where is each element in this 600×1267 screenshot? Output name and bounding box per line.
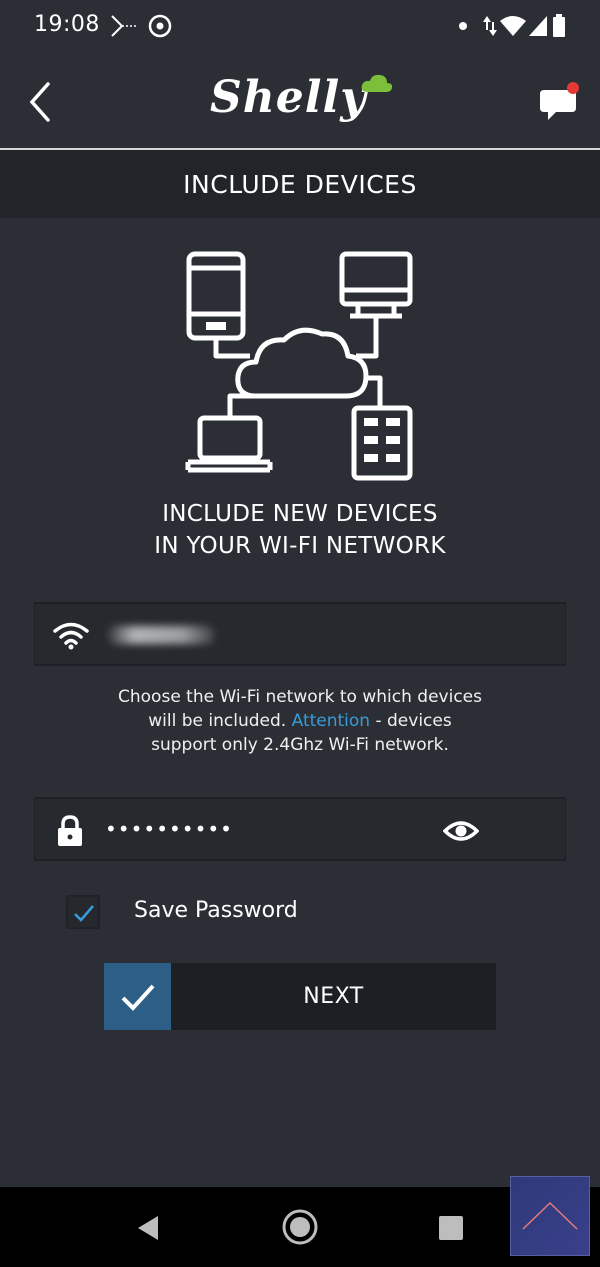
hint-line-1: Choose the Wi-Fi network to which device… bbox=[118, 687, 482, 707]
app-header: Shelly bbox=[0, 54, 600, 150]
wifi-signal-icon bbox=[500, 16, 526, 36]
shelly-logo: Shelly bbox=[200, 72, 400, 136]
logo-cloud-icon bbox=[361, 74, 393, 92]
save-password-label[interactable]: Save Password bbox=[134, 898, 298, 923]
sync-icon bbox=[148, 14, 172, 38]
headline-line-1: INCLUDE NEW DEVICES bbox=[162, 501, 438, 527]
floating-scroll-widget[interactable] bbox=[510, 1176, 590, 1256]
wifi-hint: Choose the Wi-Fi network to which device… bbox=[0, 685, 600, 757]
include-headline: INCLUDE NEW DEVICES IN YOUR WI-FI NETWOR… bbox=[0, 498, 600, 562]
page-title: INCLUDE DEVICES bbox=[183, 169, 417, 199]
next-button[interactable]: NEXT bbox=[104, 963, 496, 1030]
notifications-button[interactable] bbox=[536, 78, 584, 126]
checkmark-icon bbox=[74, 905, 94, 922]
status-time: 19:08 bbox=[34, 12, 100, 37]
save-password-checkbox[interactable] bbox=[66, 895, 100, 929]
chevron-up-icon bbox=[522, 1201, 578, 1230]
data-arrows-icon bbox=[483, 16, 497, 36]
cell-signal-icon bbox=[529, 16, 547, 36]
hint-line-2-before: will be included. bbox=[148, 711, 287, 731]
next-check-box bbox=[104, 963, 171, 1030]
rss-icon bbox=[111, 15, 136, 37]
chat-icon bbox=[540, 82, 579, 120]
show-password-eye-icon[interactable] bbox=[443, 817, 479, 845]
nav-recents-icon[interactable] bbox=[438, 1215, 464, 1241]
next-button-label: NEXT bbox=[303, 984, 364, 1009]
hint-line-3: support only 2.4Ghz Wi-Fi network. bbox=[151, 735, 449, 755]
wifi-network-field[interactable] bbox=[34, 602, 566, 666]
nav-back-icon[interactable] bbox=[134, 1213, 162, 1243]
title-bar: INCLUDE DEVICES bbox=[0, 150, 600, 218]
password-field[interactable]: •••••••••• bbox=[34, 797, 566, 861]
headline-line-2: IN YOUR WI-FI NETWORK bbox=[154, 533, 446, 559]
logo-text: Shelly bbox=[210, 72, 367, 123]
network-devices-illustration bbox=[185, 251, 413, 481]
lock-icon bbox=[58, 815, 82, 846]
nav-home-icon[interactable] bbox=[281, 1208, 319, 1246]
status-bar: 19:08 bbox=[0, 0, 600, 54]
wifi-icon bbox=[53, 622, 89, 650]
dot-icon bbox=[459, 22, 467, 30]
password-value: •••••••••• bbox=[105, 817, 233, 841]
hint-line-2: will be included. Attention - devices bbox=[0, 709, 600, 733]
network-name-blurred bbox=[107, 626, 215, 644]
hint-line-2-after: - devices bbox=[370, 711, 452, 731]
back-button[interactable] bbox=[18, 72, 66, 132]
checkmark-icon bbox=[121, 984, 155, 1011]
attention-link[interactable]: Attention bbox=[292, 711, 370, 731]
battery-icon bbox=[553, 14, 565, 37]
